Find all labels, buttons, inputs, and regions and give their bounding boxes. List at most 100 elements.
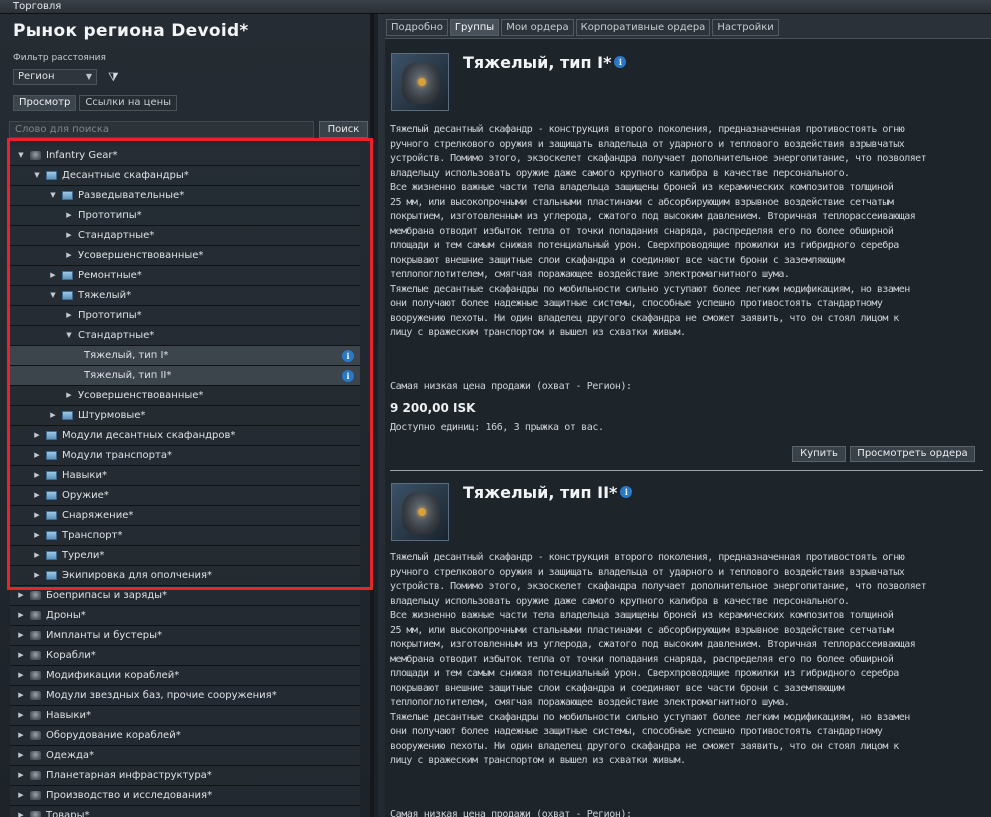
tree-group[interactable]: ▼ Стандартные* <box>10 326 360 346</box>
tab-groups[interactable]: Группы <box>449 19 500 36</box>
tab-my-orders[interactable]: Мои ордера <box>501 19 574 36</box>
expand-right-icon[interactable]: ▶ <box>48 406 58 425</box>
expand-right-icon[interactable]: ▶ <box>32 546 42 565</box>
expand-right-icon[interactable]: ▶ <box>64 246 74 265</box>
tree-item-label: Десантные скафандры* <box>62 170 189 181</box>
tree-group[interactable]: ▶ Стандартные* <box>10 226 360 246</box>
expand-right-icon[interactable]: ▶ <box>16 686 26 705</box>
tree-item[interactable]: Тяжелый, тип II* i <box>10 366 360 386</box>
tree-group[interactable]: ▶ Товары* <box>10 806 360 817</box>
tab-settings[interactable]: Настройки <box>712 19 779 36</box>
expand-right-icon[interactable]: ▶ <box>16 746 26 765</box>
view-orders-button[interactable]: Просмотреть ордера <box>850 446 975 462</box>
tree-group[interactable]: ▶ Модули десантных скафандров* <box>10 426 360 446</box>
info-icon[interactable]: i <box>342 350 354 362</box>
expand-down-icon[interactable]: ▼ <box>48 286 58 305</box>
tree-group[interactable]: ▶ Транспорт* <box>10 526 360 546</box>
info-icon[interactable]: i <box>620 486 633 498</box>
tree-item-label: Планетарная инфраструктура* <box>46 770 212 781</box>
search-input[interactable]: Слово для поиска <box>9 121 314 138</box>
expand-right-icon[interactable]: ▶ <box>64 306 74 325</box>
item-image[interactable] <box>391 483 449 541</box>
folder-icon <box>62 411 73 420</box>
expand-right-icon[interactable]: ▶ <box>32 466 42 485</box>
tree-group[interactable]: ▶ Дроны* <box>10 606 360 626</box>
tree-item-label: Одежда* <box>46 750 94 761</box>
expand-right-icon[interactable]: ▶ <box>32 446 42 465</box>
expand-right-icon[interactable]: ▶ <box>16 666 26 685</box>
tab-corp-orders[interactable]: Корпоративные ордера <box>575 19 711 36</box>
folder-icon <box>62 291 73 300</box>
expand-right-icon[interactable]: ▶ <box>16 766 26 785</box>
tree-item-label: Навыки* <box>46 710 91 721</box>
expand-right-icon[interactable]: ▶ <box>16 646 26 665</box>
expand-down-icon[interactable]: ▼ <box>64 326 74 345</box>
tree-group[interactable]: ▶ Оборудование кораблей* <box>10 726 360 746</box>
market-group-tree: ▼ Infantry Gear* ▼ Десантные скафандры* ▼ Раз… <box>10 146 360 817</box>
expand-right-icon[interactable]: ▶ <box>16 706 26 725</box>
search-button[interactable]: Поиск <box>319 121 368 138</box>
expand-right-icon[interactable]: ▶ <box>64 226 74 245</box>
item-image[interactable] <box>391 53 449 111</box>
region-title: Рынок региона Devoid* <box>13 21 249 41</box>
region-select-value: Регион <box>18 71 55 82</box>
tree-group[interactable]: ▶ Штурмовые* <box>10 406 360 426</box>
skillbook-icon <box>30 711 41 720</box>
expand-right-icon[interactable]: ▶ <box>16 786 26 805</box>
expand-right-icon[interactable]: ▶ <box>48 266 58 285</box>
tree-item[interactable]: Тяжелый, тип I* i <box>10 346 360 366</box>
tab-details[interactable]: Подробно <box>386 19 448 36</box>
tree-group[interactable]: ▶ Прототипы* <box>10 306 360 326</box>
tree-group[interactable]: ▶ Снаряжение* <box>10 506 360 526</box>
tree-group[interactable]: ▶ Производство и исследования* <box>10 786 360 806</box>
chevron-down-icon: ▼ <box>85 72 92 81</box>
tree-group[interactable]: ▶ Навыки* <box>10 466 360 486</box>
tree-group[interactable]: ▶ Модули звездных баз, прочие сооружения* <box>10 686 360 706</box>
expand-right-icon[interactable]: ▶ <box>64 386 74 405</box>
expand-right-icon[interactable]: ▶ <box>64 206 74 225</box>
info-icon[interactable]: i <box>614 56 627 68</box>
buy-button[interactable]: Купить <box>792 446 846 462</box>
tree-item-label: Производство и исследования* <box>46 790 213 801</box>
tree-group[interactable]: ▶ Боеприпасы и заряды* <box>10 586 360 606</box>
tree-group[interactable]: ▶ Экипировка для ополчения* <box>10 566 360 586</box>
expand-right-icon[interactable]: ▶ <box>32 506 42 525</box>
expand-down-icon[interactable]: ▼ <box>48 186 58 205</box>
tree-group[interactable]: ▶ Оружие* <box>10 486 360 506</box>
tab-quickbar[interactable]: Ссылки на цены <box>79 95 178 111</box>
tree-group[interactable]: ▶ Планетарная инфраструктура* <box>10 766 360 786</box>
expand-right-icon[interactable]: ▶ <box>32 486 42 505</box>
expand-right-icon[interactable]: ▶ <box>16 806 26 817</box>
tree-group[interactable]: ▼ Тяжелый* <box>10 286 360 306</box>
region-select[interactable]: Регион ▼ <box>13 69 97 85</box>
tree-group[interactable]: ▼ Разведывательные* <box>10 186 360 206</box>
tree-group[interactable]: ▶ Турели* <box>10 546 360 566</box>
tree-group[interactable]: ▶ Одежда* <box>10 746 360 766</box>
tab-browse[interactable]: Просмотр <box>13 95 77 111</box>
tree-group[interactable]: ▶ Навыки* <box>10 706 360 726</box>
tree-group[interactable]: ▶ Усовершенствованные* <box>10 246 360 266</box>
tree-group[interactable]: ▶ Ремонтные* <box>10 266 360 286</box>
tree-item-label: Модификации кораблей* <box>46 670 180 681</box>
expand-right-icon[interactable]: ▶ <box>32 566 42 585</box>
tree-group[interactable]: ▼ Infantry Gear* <box>10 146 360 166</box>
expand-right-icon[interactable]: ▶ <box>32 426 42 445</box>
ship-mod-icon <box>30 671 41 680</box>
expand-down-icon[interactable]: ▼ <box>16 146 26 165</box>
tree-group[interactable]: ▶ Корабли* <box>10 646 360 666</box>
expand-down-icon[interactable]: ▼ <box>32 166 42 185</box>
info-icon[interactable]: i <box>342 370 354 382</box>
expand-right-icon[interactable]: ▶ <box>16 586 26 605</box>
tree-item-label: Прототипы* <box>78 310 142 321</box>
tree-group[interactable]: ▶ Усовершенствованные* <box>10 386 360 406</box>
tree-group[interactable]: ▶ Модификации кораблей* <box>10 666 360 686</box>
expand-right-icon[interactable]: ▶ <box>16 606 26 625</box>
expand-right-icon[interactable]: ▶ <box>16 726 26 745</box>
filter-icon[interactable]: ⧩ <box>108 70 119 85</box>
expand-right-icon[interactable]: ▶ <box>16 626 26 645</box>
tree-group[interactable]: ▶ Прототипы* <box>10 206 360 226</box>
tree-group[interactable]: ▶ Импланты и бустеры* <box>10 626 360 646</box>
tree-group[interactable]: ▼ Десантные скафандры* <box>10 166 360 186</box>
tree-group[interactable]: ▶ Модули транспорта* <box>10 446 360 466</box>
expand-right-icon[interactable]: ▶ <box>32 526 42 545</box>
